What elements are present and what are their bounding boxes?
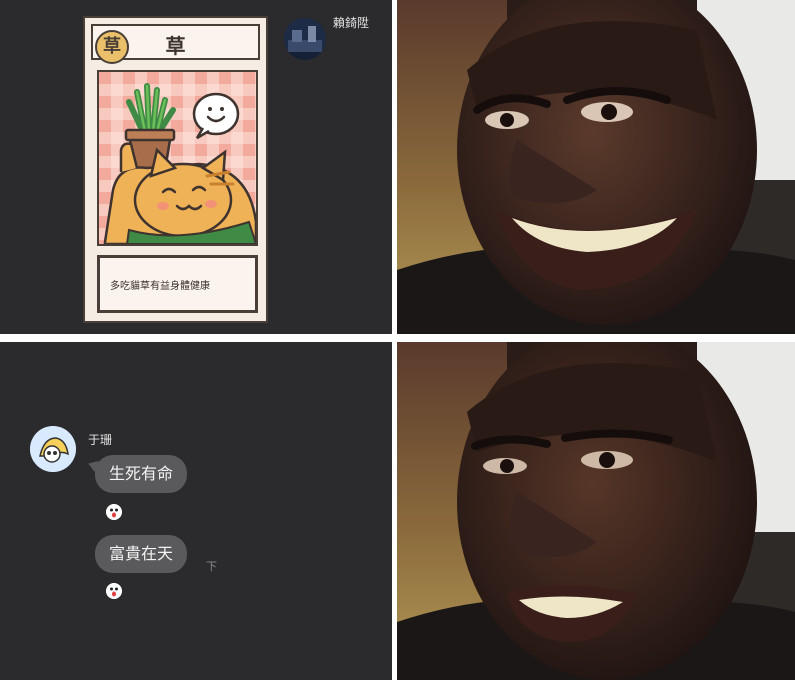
avatar-top-sender[interactable] — [284, 18, 326, 60]
sender-name: 于珊 — [88, 433, 113, 447]
card-illustration — [97, 70, 258, 246]
read-receipt-icon — [106, 583, 122, 599]
top-sender-name: 賴錡陞 — [333, 16, 370, 30]
cat-holding-grass-illustration — [99, 72, 256, 244]
message-bubble-1[interactable]: 生死有命 — [95, 455, 188, 493]
card-description-box: 多吃貓草有益身體健康 — [97, 255, 258, 313]
panel-top-left: 草 草 多吃貓草有益身體健康 賴錡陞 — [0, 0, 392, 334]
message-bubble-2[interactable]: 富貴在天 — [95, 535, 188, 573]
panel-smiling-man-photo — [397, 0, 795, 334]
disappointed-man-photo — [397, 342, 795, 680]
panel-bottom-left: 于珊 生死有命 富貴在天 下 — [0, 342, 392, 680]
cat-grass-card: 草 草 多吃貓草有益身體健康 — [83, 16, 268, 323]
night-city-avatar-icon — [284, 18, 326, 60]
card-header: 草 草 — [91, 24, 260, 64]
card-description: 多吃貓草有益身體健康 — [110, 281, 210, 292]
smiling-man-photo — [397, 0, 795, 334]
avatar-sender[interactable] — [30, 426, 76, 472]
panel-disappointed-man-photo — [397, 342, 795, 680]
cartoon-girl-avatar-icon — [30, 426, 76, 472]
message-timestamp: 下 — [206, 560, 217, 573]
read-receipt-icon — [106, 504, 122, 520]
card-title: 草 — [165, 34, 186, 58]
